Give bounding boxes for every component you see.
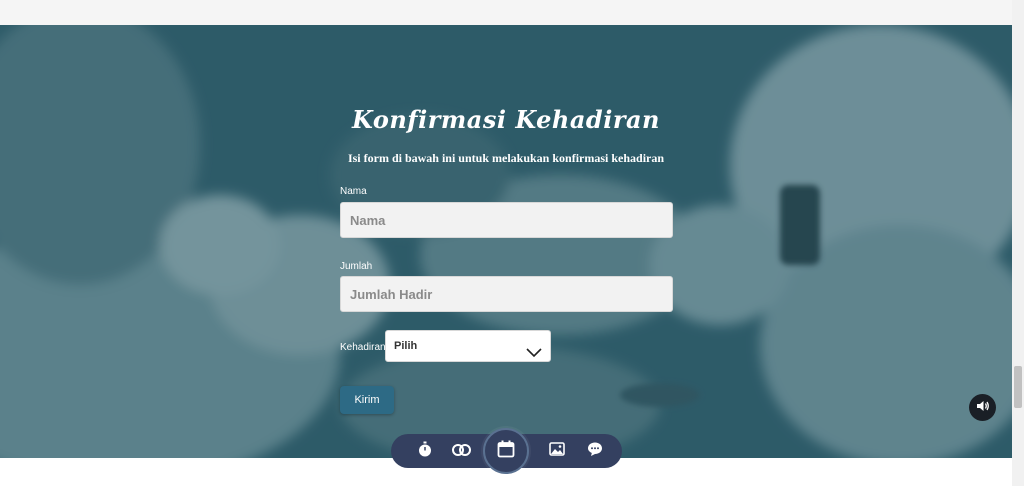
nav-messages[interactable] <box>586 442 604 460</box>
section-title: Konfirmasi Kehadiran <box>352 105 660 134</box>
name-label: Nama <box>340 186 367 197</box>
attendance-select[interactable]: Pilih <box>385 330 551 362</box>
top-strip <box>0 0 1012 25</box>
attendance-label: Kehadiran <box>340 342 386 353</box>
chat-icon <box>587 441 603 462</box>
name-input[interactable] <box>340 202 673 238</box>
attendance-selected-value: Pilih <box>394 340 418 352</box>
page-scrollbar[interactable] <box>1012 0 1024 486</box>
chevron-down-icon <box>526 340 542 370</box>
volume-icon <box>976 399 990 417</box>
nav-countdown[interactable] <box>416 441 434 462</box>
scrollbar-thumb[interactable] <box>1014 366 1022 408</box>
couple-icon <box>451 441 473 462</box>
rsvp-section: Konfirmasi Kehadiran Isi form di bawah i… <box>0 25 1012 458</box>
stopwatch-icon <box>417 441 433 462</box>
section-subtitle: Isi form di bawah ini untuk melakukan ko… <box>347 151 665 165</box>
gallery-icon <box>549 441 565 462</box>
audio-toggle-button[interactable] <box>969 394 996 421</box>
submit-button[interactable]: Kirim <box>340 386 394 414</box>
count-label: Jumlah <box>340 261 373 272</box>
color-overlay <box>0 25 1012 458</box>
guest-count-input[interactable] <box>340 276 673 312</box>
nav-couple[interactable] <box>451 442 473 460</box>
nav-gallery[interactable] <box>548 441 566 462</box>
nav-event-date[interactable] <box>483 428 529 474</box>
calendar-icon <box>497 440 515 463</box>
